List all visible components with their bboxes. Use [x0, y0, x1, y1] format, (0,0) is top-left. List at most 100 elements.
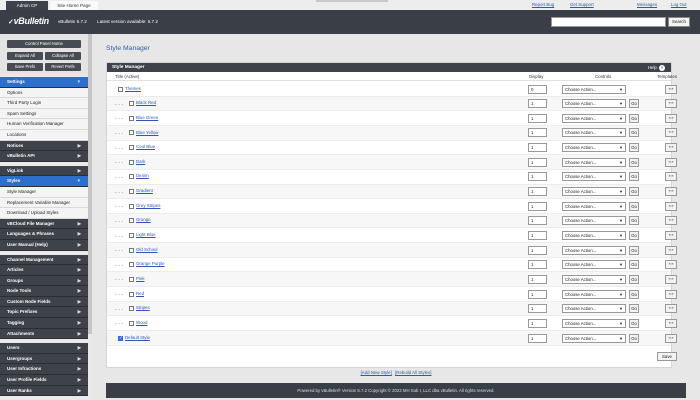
sidebar-category-vbulletin-api[interactable]: vBulletin API ▶ — [0, 151, 88, 162]
collapse-all-button[interactable]: Collapse All — [45, 52, 81, 60]
expand-all-button[interactable]: Expand All — [7, 52, 43, 60]
style-title-link[interactable]: Grunge — [136, 217, 151, 222]
search-button[interactable]: Search — [668, 17, 690, 27]
action-select[interactable]: Choose Action... ▼ — [562, 113, 626, 123]
sidebar-item-human-verification-manager[interactable]: Human Verification Manager — [0, 119, 88, 130]
display-order-input[interactable]: 1 — [528, 333, 547, 343]
go-button[interactable]: Go — [629, 333, 639, 343]
templates-button[interactable]: « » — [665, 157, 677, 167]
action-select[interactable]: Choose Action... ▼ — [562, 245, 626, 255]
style-active-checkbox[interactable] — [129, 306, 134, 312]
templates-button[interactable]: « » — [665, 172, 677, 182]
style-active-checkbox[interactable] — [118, 335, 123, 341]
sidebar-category-users[interactable]: Users ▶ — [0, 343, 88, 354]
style-active-checkbox[interactable] — [129, 189, 134, 195]
sidebar-category-user-profile-fields[interactable]: User Profile Fields ▶ — [0, 375, 88, 386]
sidebar-item-replacement-variable-manager[interactable]: Replacement Variable Manager — [0, 197, 88, 209]
style-title-link[interactable]: Blue Green — [136, 115, 158, 120]
action-select[interactable]: Choose Action... ▼ — [562, 260, 626, 270]
style-title-link[interactable]: Old School — [136, 247, 157, 252]
action-select[interactable]: Choose Action... ▼ — [562, 201, 626, 211]
templates-button[interactable]: « » — [665, 84, 677, 94]
display-order-input[interactable]: 1 — [528, 143, 547, 153]
style-title-link[interactable]: Grey Stripes — [136, 203, 160, 208]
style-title-link[interactable]: Cool Blue — [136, 144, 155, 149]
go-button[interactable]: Go — [629, 245, 639, 255]
templates-button[interactable]: « » — [665, 187, 677, 197]
get-support-link[interactable]: Get Support — [570, 2, 594, 7]
style-title-link[interactable]: Stripes — [136, 305, 150, 310]
sidebar-category-articles[interactable]: Articles ▶ — [0, 265, 88, 276]
sidebar-item-style-manager[interactable]: Style Manager — [0, 186, 88, 198]
action-select[interactable]: Choose Action... ▼ — [562, 231, 626, 240]
style-active-checkbox[interactable] — [129, 320, 134, 326]
style-title-link[interactable]: Light Blue — [136, 232, 156, 237]
sidebar-category-notices[interactable]: Notices ▶ — [0, 140, 88, 152]
go-button[interactable]: Go — [629, 113, 639, 123]
display-order-input[interactable]: 1 — [528, 157, 547, 167]
go-button[interactable]: Go — [629, 231, 639, 240]
templates-button[interactable]: « » — [665, 274, 677, 284]
style-title-link[interactable]: Wood — [136, 320, 147, 325]
style-title-link[interactable]: Themes — [125, 86, 141, 91]
style-title-link[interactable]: Default Style — [125, 335, 150, 340]
action-select[interactable]: Choose Action... ▼ — [562, 333, 626, 343]
sidebar-category-tagging[interactable]: Tagging ▶ — [0, 318, 88, 329]
sidebar-category-user-infractions[interactable]: User Infractions ▶ — [0, 364, 88, 376]
display-order-input[interactable]: 0 — [528, 84, 547, 94]
style-title-link[interactable]: Red — [136, 291, 144, 296]
go-button[interactable]: Go — [629, 99, 639, 109]
style-active-checkbox[interactable] — [129, 276, 134, 282]
go-button[interactable]: Go — [629, 304, 639, 314]
search-input[interactable] — [551, 17, 666, 27]
style-active-checkbox[interactable] — [129, 233, 134, 238]
save-button[interactable]: Save — [657, 352, 677, 361]
style-active-checkbox[interactable] — [118, 86, 123, 92]
action-select[interactable]: Choose Action... ▼ — [562, 289, 626, 299]
templates-button[interactable]: « » — [665, 289, 677, 299]
display-order-input[interactable]: 1 — [528, 260, 547, 270]
go-button[interactable]: Go — [629, 128, 639, 138]
sidebar-category-channel-management[interactable]: Channel Management ▶ — [0, 254, 88, 266]
templates-button[interactable]: « » — [665, 333, 677, 343]
sidebar-category-node-tools[interactable]: Node Tools ▶ — [0, 286, 88, 297]
log-out-link[interactable]: Log Out — [671, 2, 687, 7]
tab-site-home-page[interactable]: Site Home Page — [50, 1, 98, 10]
sidebar-category-vbcloud-file-manager[interactable]: vBCloud File Manager ▶ — [0, 218, 88, 230]
report-bug-link[interactable]: Report Bug — [532, 2, 554, 7]
go-button[interactable]: Go — [629, 318, 639, 328]
style-active-checkbox[interactable] — [129, 159, 134, 165]
style-title-link[interactable]: Denim — [136, 173, 149, 178]
style-title-link[interactable]: Pink — [136, 276, 145, 281]
sidebar-category-custom-node-fields[interactable]: Custom Node Fields ▶ — [0, 296, 88, 308]
go-button[interactable]: Go — [629, 143, 639, 153]
sidebar-category-viglink[interactable]: VigLink ▶ — [0, 165, 88, 177]
display-order-input[interactable]: 1 — [528, 318, 547, 328]
templates-button[interactable]: « » — [665, 143, 677, 153]
display-order-input[interactable]: 1 — [528, 187, 547, 197]
action-select[interactable]: Choose Action... ▼ — [562, 216, 626, 226]
display-order-input[interactable]: 1 — [528, 201, 547, 211]
action-select[interactable]: Choose Action... ▼ — [562, 172, 626, 182]
sidebar-item-spam-settings[interactable]: Spam Settings — [0, 108, 88, 120]
action-select[interactable]: Choose Action... ▼ — [562, 318, 626, 328]
style-active-checkbox[interactable] — [129, 101, 134, 107]
templates-button[interactable]: « » — [665, 201, 677, 211]
action-select[interactable]: Choose Action... ▼ — [562, 84, 626, 94]
messages-link[interactable]: Messages — [637, 2, 657, 7]
action-select[interactable]: Choose Action... ▼ — [562, 274, 626, 284]
sidebar-category-languages-phrases[interactable]: Languages & Phrases ▶ — [0, 229, 88, 240]
go-button[interactable]: Go — [629, 216, 639, 226]
style-active-checkbox[interactable] — [129, 174, 134, 180]
templates-button[interactable]: « » — [665, 113, 677, 123]
display-order-input[interactable]: 1 — [528, 231, 547, 240]
display-order-input[interactable]: 1 — [528, 128, 547, 138]
sidebar-item-locations[interactable]: Locations — [0, 129, 88, 141]
display-order-input[interactable]: 1 — [528, 113, 547, 123]
style-active-checkbox[interactable] — [129, 218, 134, 224]
sidebar-category-topic-prefixes[interactable]: Topic Prefixes ▶ — [0, 307, 88, 319]
style-title-link[interactable]: Dark — [136, 159, 145, 164]
templates-button[interactable]: « » — [665, 245, 677, 255]
display-order-input[interactable]: 1 — [528, 216, 547, 226]
templates-button[interactable]: « » — [665, 216, 677, 226]
